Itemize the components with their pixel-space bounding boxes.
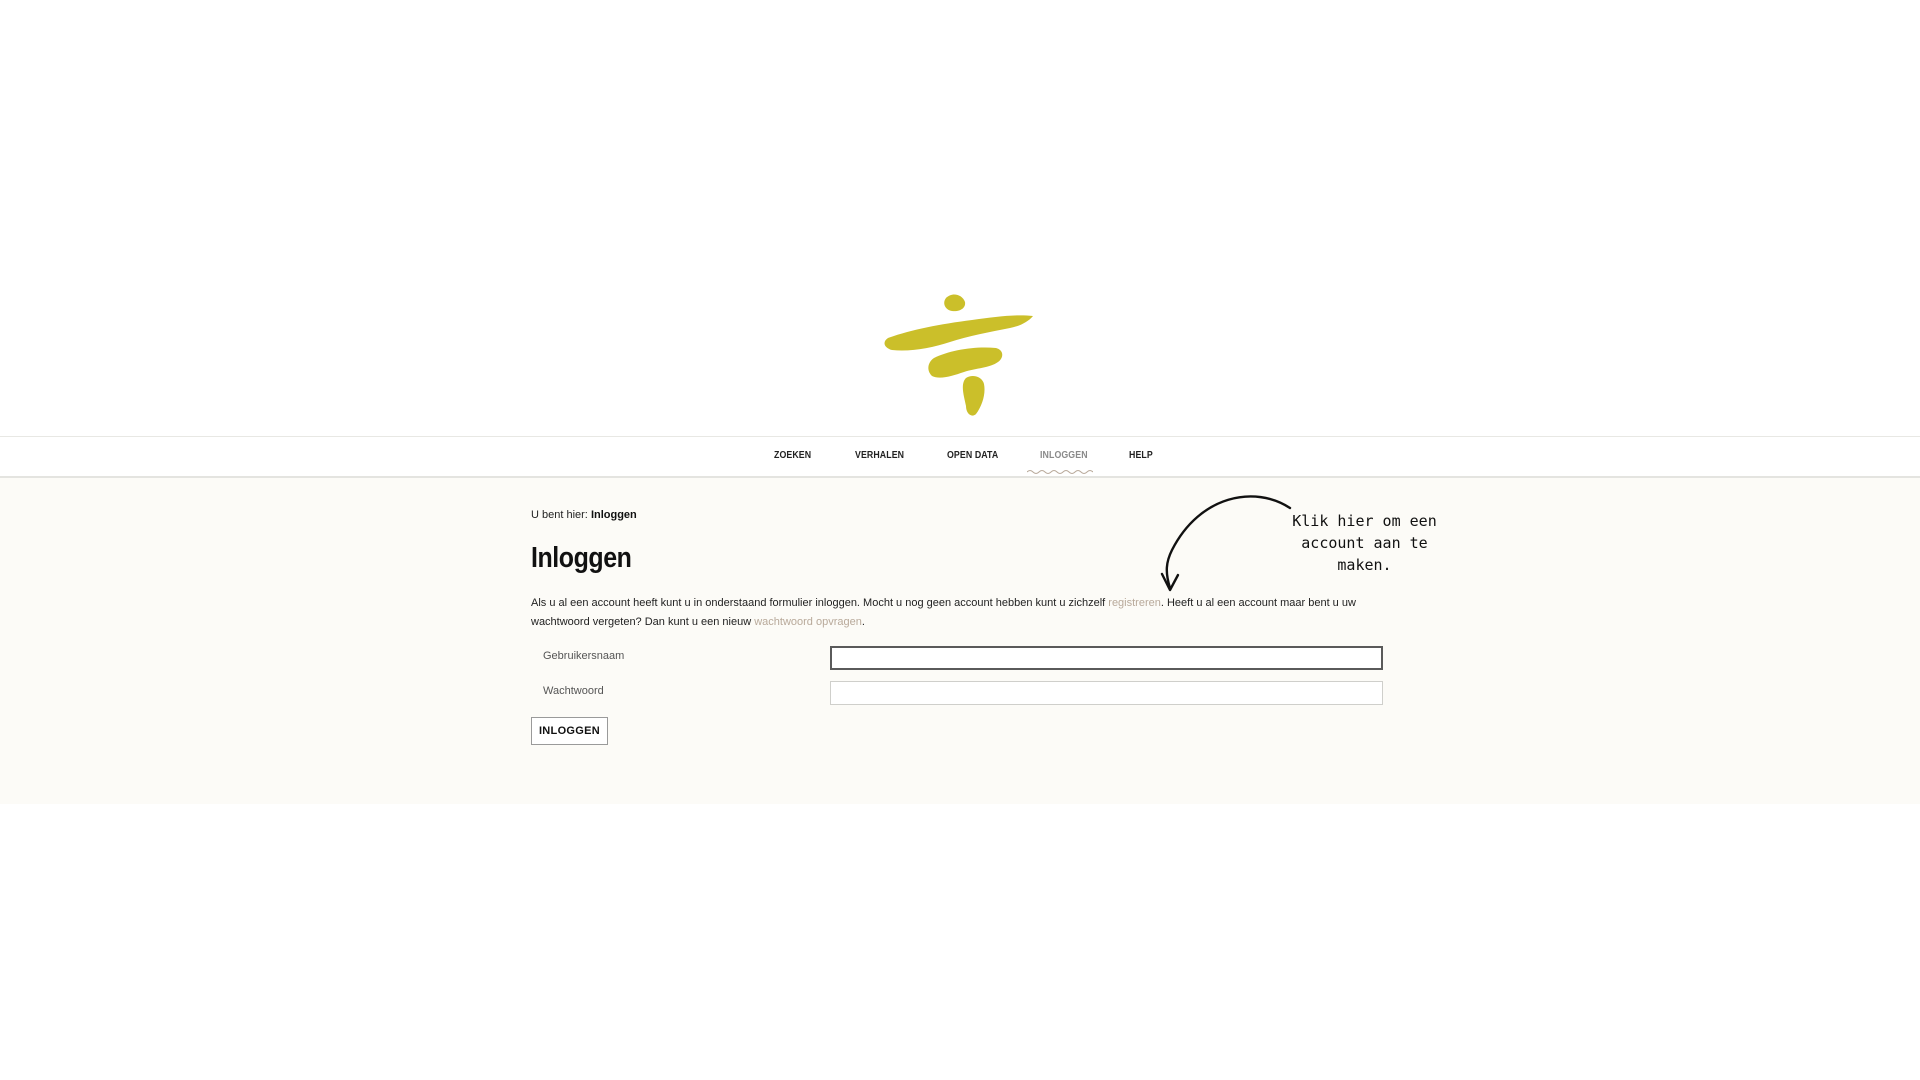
nav-item-zoeken[interactable]: ZOEKEN [774,450,811,461]
password-reset-link[interactable]: wachtwoord opvragen [754,616,862,628]
intro-text-part-3: . [861,616,865,628]
password-input[interactable] [830,681,1383,705]
login-button[interactable]: INLOGGEN [531,717,608,745]
annotation-line-1: Klik hier om een [1292,512,1437,530]
nav-item-help[interactable]: HELP [1129,450,1153,461]
annotation-note: Klik hier om een account aan te maken. [1272,510,1457,576]
breadcrumb-prefix: U bent hier: [531,509,588,521]
nav-item-open-data[interactable]: OPEN DATA [947,450,998,461]
username-label: Gebruikersnaam [543,650,625,662]
password-label: Wachtwoord [543,685,604,697]
nav-list: ZOEKEN VERHALEN OPEN DATA INLOGGEN HELP [0,437,1920,477]
active-nav-wavy-underline [1027,470,1093,474]
breadcrumb-current: Inloggen [590,509,637,521]
brush-stroke-logo-icon [884,294,1033,416]
username-input[interactable] [830,646,1383,670]
intro-text-part-1: Als u al een account heeft kunt u in ond… [531,597,1109,609]
content-area [0,478,1920,804]
nav-item-verhalen[interactable]: VERHALEN [855,450,904,461]
page-title: Inloggen [531,542,632,574]
breadcrumb: U bent hier: Inloggen [531,509,637,521]
annotation-line-2: account aan te maken. [1301,534,1428,574]
main-navigation: ZOEKEN VERHALEN OPEN DATA INLOGGEN HELP [0,436,1920,478]
nav-item-inloggen[interactable]: INLOGGEN [1040,450,1088,461]
site-logo[interactable] [880,292,1040,422]
